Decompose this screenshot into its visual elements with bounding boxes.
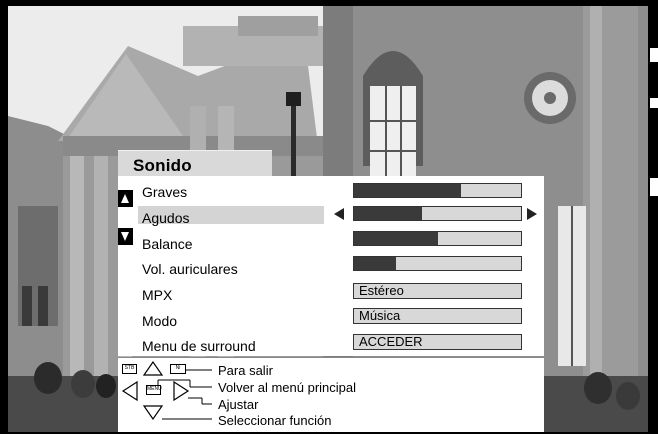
edge-mark: [650, 178, 658, 196]
screen-edge-strip: [650, 0, 658, 434]
balance-level-bar[interactable]: [353, 231, 522, 246]
menu-title-bar: Sonido: [118, 150, 272, 176]
stb-key-icon: STB: [122, 364, 137, 374]
left-arrow-icon[interactable]: [334, 208, 344, 220]
row-label: Graves: [142, 184, 188, 200]
bar-fill: [354, 184, 461, 197]
modo-value-box[interactable]: Música: [353, 308, 522, 324]
row-label: Balance: [142, 236, 193, 252]
sound-menu-panel: Graves Agudos Balance Vol. auriculares M…: [118, 176, 544, 356]
row-label: Modo: [142, 313, 178, 329]
right-arrow-icon[interactable]: [527, 208, 537, 220]
headphone-volume-bar[interactable]: [353, 256, 522, 271]
row-label: Agudos: [142, 210, 190, 226]
menu-key-icon: MENU: [146, 385, 162, 395]
graves-level-bar[interactable]: [353, 183, 522, 198]
exit-key-icon: Ni: [170, 364, 186, 374]
bar-fill: [354, 207, 423, 220]
surround-access-button[interactable]: ACCEDER: [353, 334, 522, 350]
row-label: Vol. auriculares: [142, 261, 238, 277]
scroll-down-arrow-icon[interactable]: [118, 228, 133, 245]
edge-mark: [650, 98, 658, 108]
help-select-text: Seleccionar función: [218, 413, 332, 428]
bar-fill: [354, 257, 396, 270]
scroll-up-arrow-icon[interactable]: [118, 190, 133, 207]
menu-title: Sonido: [133, 156, 192, 175]
help-exit-text: Para salir: [218, 363, 273, 378]
modo-indicator-marks: [353, 301, 367, 314]
mpx-value-box[interactable]: Estéreo: [353, 283, 522, 299]
row-label: Menu de surround: [142, 338, 256, 354]
help-back-text: Volver al menú principal: [218, 380, 357, 395]
bar-fill: [354, 232, 438, 245]
agudos-level-bar[interactable]: [353, 206, 522, 221]
edge-mark: [650, 48, 658, 62]
help-adjust-text: Ajustar: [218, 397, 259, 412]
row-label: MPX: [142, 287, 173, 303]
navigation-help-panel: STB Ni MENU Para salir Volver al menú pr…: [118, 357, 544, 432]
mpx-indicator-marks: [353, 277, 367, 290]
